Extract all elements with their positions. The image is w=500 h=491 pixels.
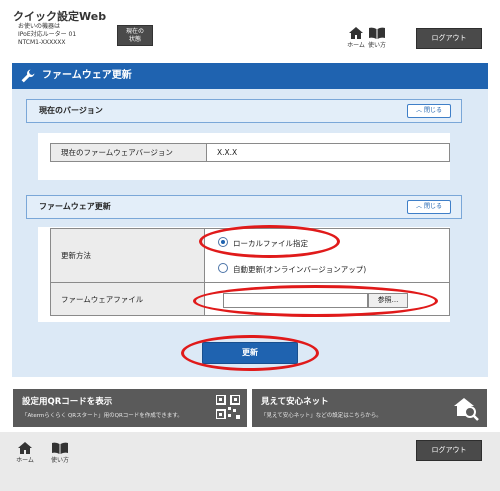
home-icon: [349, 27, 363, 39]
home-icon: [18, 442, 32, 454]
book-icon: [369, 27, 385, 39]
radio-local-file[interactable]: [218, 237, 228, 247]
device-info: お使いの機器は IPoE対応ルーター 01 NTCM1-XXXXXX: [18, 23, 76, 47]
firmware-file-label: ファームウェアファイル: [50, 282, 205, 316]
footer-guide-label: 使い方: [50, 457, 69, 464]
status-line-1: 現在の: [125, 28, 144, 35]
firmware-file-input[interactable]: [223, 293, 368, 308]
footer: ホーム 使い方 ログアウト: [0, 432, 500, 491]
firmware-update-heading: ファームウェア更新: [39, 202, 111, 211]
header: クイック設定Web お使いの機器は IPoE対応ルーター 01 NTCM1-XX…: [0, 0, 500, 55]
qr-code-icon: [216, 395, 240, 419]
radio-local-file-label[interactable]: ローカルファイル指定: [233, 238, 308, 249]
device-line-3: NTCM1-XXXXXX: [18, 39, 66, 46]
guide-button[interactable]: 使い方: [364, 27, 390, 49]
firmware-update-section-header[interactable]: ファームウェア更新 ︿ 閉じる: [26, 195, 462, 219]
home-label: ホーム: [347, 42, 365, 49]
net-banner-title: 見えて安心ネット: [261, 397, 329, 407]
current-version-heading: 現在のバージョン: [39, 106, 103, 115]
status-line-2: 状態: [128, 36, 141, 43]
qr-code-banner[interactable]: 設定用QRコードを表示 「Atermらくらく QRスタート」用のQRコードを作成…: [13, 389, 247, 427]
qr-banner-description: 「Atermらくらく QRスタート」用のQRコードを作成できます。: [22, 413, 183, 419]
close-label: 閉じる: [423, 203, 442, 210]
guide-label: 使い方: [367, 42, 386, 49]
app-title: クイック設定Web: [13, 10, 107, 23]
footer-guide-button[interactable]: 使い方: [47, 442, 73, 464]
current-version-label: 現在のファームウェアバージョン: [50, 143, 207, 162]
page-title: ファームウェア更新: [42, 70, 132, 81]
current-version-value: X.X.X: [206, 143, 450, 162]
footer-home-button[interactable]: ホーム: [12, 442, 38, 464]
current-status-button[interactable]: 現在の 状態: [117, 25, 153, 46]
browse-button[interactable]: 参照...: [368, 293, 408, 308]
footer-home-label: ホーム: [16, 457, 34, 464]
mieteanshin-net-banner[interactable]: 見えて安心ネット 「見えて安心ネット」などの設定はこちらから。: [252, 389, 487, 427]
footer-logout-button[interactable]: ログアウト: [416, 440, 482, 461]
radio-auto-update-label[interactable]: 自動更新(オンラインバージョンアップ): [233, 264, 366, 275]
firmware-update-close-button[interactable]: ︿ 閉じる: [407, 200, 451, 214]
current-version-section-header[interactable]: 現在のバージョン ︿ 閉じる: [26, 99, 462, 123]
radio-auto-update[interactable]: [218, 263, 228, 273]
current-version-close-button[interactable]: ︿ 閉じる: [407, 104, 451, 118]
current-version-table: 現在のファームウェアバージョン X.X.X: [50, 143, 450, 162]
update-method-label: 更新方法: [50, 228, 205, 283]
close-label: 閉じる: [423, 107, 442, 114]
update-button[interactable]: 更新: [202, 342, 298, 364]
table-row: 現在のファームウェアバージョン X.X.X: [50, 143, 450, 162]
qr-banner-title: 設定用QRコードを表示: [22, 397, 113, 407]
device-line-2: IPoE対応ルーター 01: [18, 31, 77, 38]
device-line-1: お使いの機器は: [18, 23, 61, 30]
logout-button[interactable]: ログアウト: [416, 28, 482, 49]
net-banner-description: 「見えて安心ネット」などの設定はこちらから。: [261, 413, 382, 419]
wrench-icon: [21, 69, 35, 83]
house-search-icon: [454, 398, 479, 421]
chevron-up-icon: ︿: [416, 203, 424, 210]
chevron-up-icon: ︿: [416, 107, 424, 114]
book-icon: [52, 442, 68, 454]
page-title-bar: ファームウェア更新: [12, 63, 488, 89]
